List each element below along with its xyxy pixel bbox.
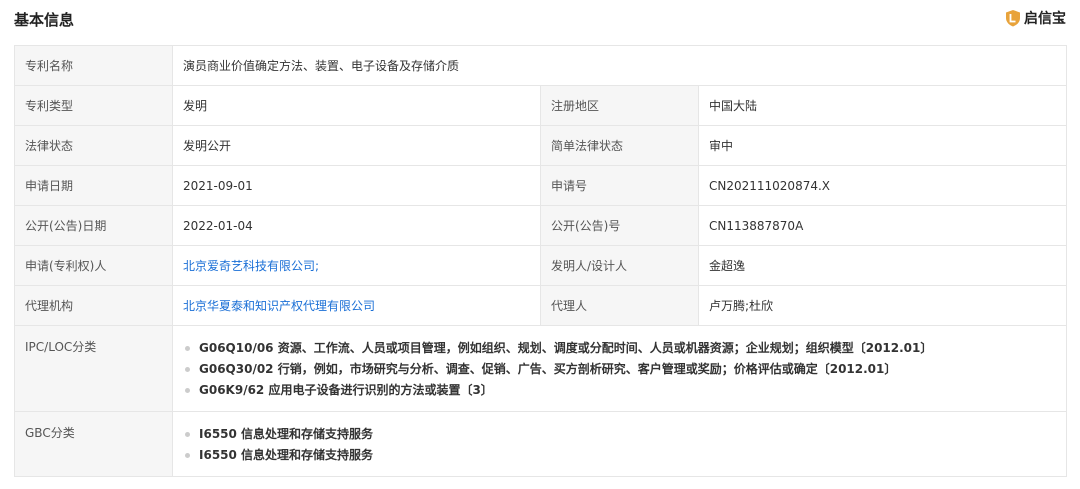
publish-number-label: 公开(公告)号 [540,205,699,246]
patent-info-table: 专利名称 演员商业价值确定方法、装置、电子设备及存储介质 专利类型 发明 注册地… [14,45,1068,477]
patent-name-value: 演员商业价值确定方法、装置、电子设备及存储介质 [171,45,1068,86]
table-row: 申请(专利权)人 北京爱奇艺科技有限公司; 发明人/设计人 金超逸 [14,245,1068,286]
patent-name-label: 专利名称 [14,45,173,86]
apply-number-value: CN202111020874.X [697,165,1068,206]
shield-icon [1006,10,1020,27]
ipc-list: G06Q10/06 资源、工作流、人员或项目管理，例如组织、规划、调度或分配时间… [183,338,1056,401]
table-row: 专利名称 演员商业价值确定方法、装置、电子设备及存储介质 [14,45,1068,86]
gbc-value: I6550 信息处理和存储支持服务 I6550 信息处理和存储支持服务 [171,411,1068,477]
table-row: 申请日期 2021-09-01 申请号 CN202111020874.X [14,165,1068,206]
applicant-label: 申请(专利权)人 [14,245,173,286]
applicant-cell: 北京爱奇艺科技有限公司; [172,245,541,286]
list-item: I6550 信息处理和存储支持服务 [183,445,1056,466]
brand-logo[interactable]: 启信宝 [1005,8,1066,28]
legal-status-value: 发明公开 [172,125,541,166]
table-row: GBC分类 I6550 信息处理和存储支持服务 I6550 信息处理和存储支持服… [14,411,1068,477]
patent-type-label: 专利类型 [14,85,173,126]
ipc-label: IPC/LOC分类 [14,325,173,412]
region-label: 注册地区 [540,85,699,126]
brand-name: 启信宝 [1024,11,1066,27]
list-item: G06Q30/02 行销，例如，市场研究与分析、调查、促销、广告、买方剖析研究、… [183,359,1056,380]
publish-date-label: 公开(公告)日期 [14,205,173,246]
agent-label: 代理人 [540,285,699,326]
list-item: G06Q10/06 资源、工作流、人员或项目管理，例如组织、规划、调度或分配时间… [183,338,1056,359]
section-title: 基本信息 [14,11,75,29]
agency-link[interactable]: 北京华夏泰和知识产权代理有限公司 [183,299,375,313]
list-item: G06K9/62 应用电子设备进行识别的方法或装置〔3〕 [183,380,1056,401]
table-row: 专利类型 发明 注册地区 中国大陆 [14,85,1068,126]
apply-number-label: 申请号 [540,165,699,206]
ipc-value: G06Q10/06 资源、工作流、人员或项目管理，例如组织、规划、调度或分配时间… [171,325,1068,412]
simple-legal-status-label: 简单法律状态 [540,125,699,166]
table-row: 公开(公告)日期 2022-01-04 公开(公告)号 CN113887870A [14,205,1068,246]
table-row: 法律状态 发明公开 简单法律状态 审中 [14,125,1068,166]
apply-date-label: 申请日期 [14,165,173,206]
agency-label: 代理机构 [14,285,173,326]
publish-number-value: CN113887870A [697,205,1068,246]
region-value: 中国大陆 [697,85,1068,126]
table-row: 代理机构 北京华夏泰和知识产权代理有限公司 代理人 卢万腾;杜欣 [14,285,1068,326]
inventor-label: 发明人/设计人 [540,245,699,286]
applicant-link[interactable]: 北京爱奇艺科技有限公司; [183,259,319,273]
section-header: 基本信息 启信宝 [0,0,1080,38]
publish-date-value: 2022-01-04 [172,205,541,246]
legal-status-label: 法律状态 [14,125,173,166]
inventor-value: 金超逸 [697,245,1068,286]
table-row: IPC/LOC分类 G06Q10/06 资源、工作流、人员或项目管理，例如组织、… [14,325,1068,412]
gbc-label: GBC分类 [14,411,173,477]
list-item: I6550 信息处理和存储支持服务 [183,424,1056,445]
apply-date-value: 2021-09-01 [172,165,541,206]
gbc-list: I6550 信息处理和存储支持服务 I6550 信息处理和存储支持服务 [183,424,1056,466]
agent-value: 卢万腾;杜欣 [697,285,1068,326]
agency-cell: 北京华夏泰和知识产权代理有限公司 [172,285,541,326]
simple-legal-status-value: 审中 [697,125,1068,166]
patent-type-value: 发明 [172,85,541,126]
